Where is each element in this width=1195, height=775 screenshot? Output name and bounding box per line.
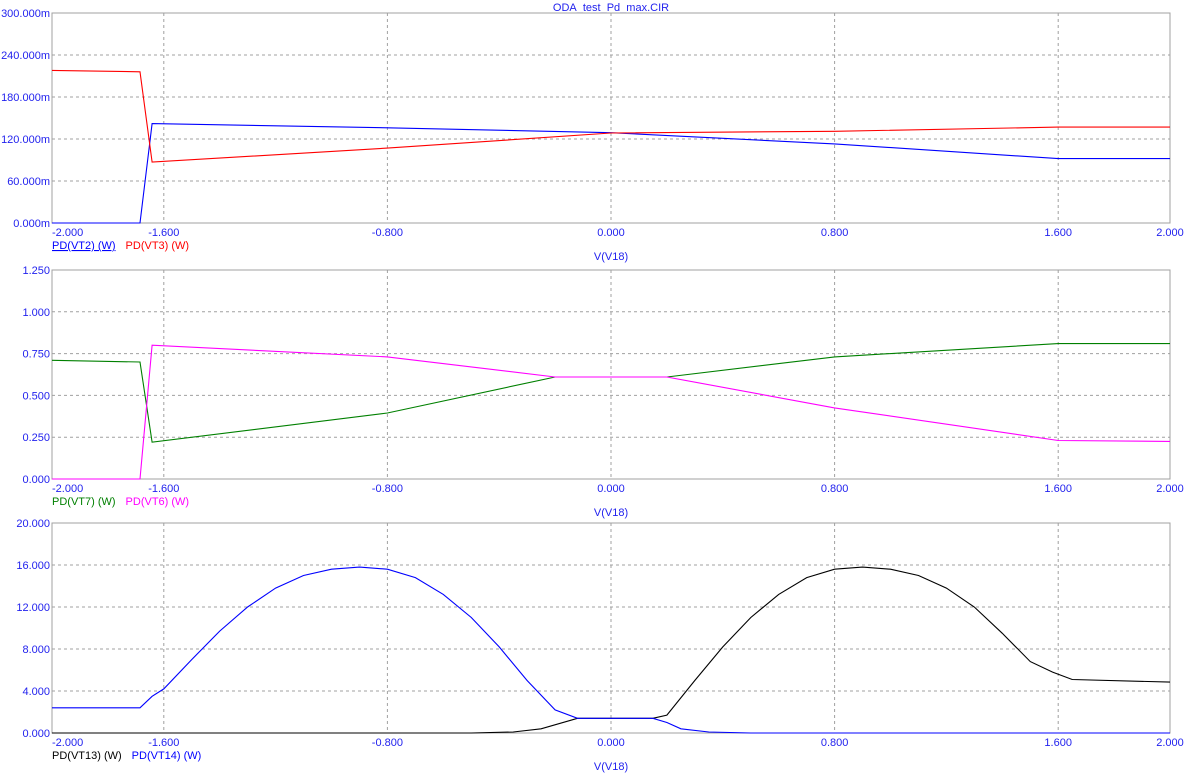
- x-tick-label: -0.800: [372, 483, 403, 495]
- x-axis-label: V(V18): [594, 507, 628, 519]
- x-tick-label: 1.600: [1044, 483, 1072, 495]
- y-tick-label: 1.250: [22, 265, 50, 277]
- y-tick-label: 0.000m: [13, 218, 50, 230]
- legend-entry: PD(VT14) (W): [132, 750, 202, 762]
- x-tick-label: -2.000: [52, 483, 83, 495]
- y-tick-label: 8.000: [22, 644, 50, 656]
- x-tick-label: 1.600: [1044, 227, 1072, 239]
- x-tick-label: 0.000: [597, 483, 625, 495]
- y-tick-label: 16.000: [16, 560, 50, 572]
- legend-entry: PD(VT6) (W): [126, 496, 190, 508]
- legend-entry: PD(VT7) (W): [52, 496, 116, 508]
- x-tick-label: 2.000: [1156, 483, 1184, 495]
- x-tick-label: -1.600: [148, 227, 179, 239]
- legend-entry: PD(VT13) (W): [52, 750, 122, 762]
- y-tick-label: 240.000m: [1, 50, 50, 62]
- y-tick-label: 300.000m: [1, 8, 50, 20]
- x-tick-label: 0.800: [821, 737, 849, 749]
- x-tick-label: 2.000: [1156, 737, 1184, 749]
- x-tick-label: 0.800: [821, 227, 849, 239]
- y-tick-label: 12.000: [16, 602, 50, 614]
- x-tick-label: 0.800: [821, 483, 849, 495]
- legend-entry: PD(VT3) (W): [126, 240, 190, 252]
- y-tick-label: 60.000m: [7, 176, 50, 188]
- y-tick-label: 20.000: [16, 518, 50, 530]
- x-tick-label: -2.000: [52, 737, 83, 749]
- y-tick-label: 1.000: [22, 307, 50, 319]
- x-tick-label: -2.000: [52, 227, 83, 239]
- x-tick-label: -0.800: [372, 227, 403, 239]
- x-tick-label: 0.000: [597, 227, 625, 239]
- x-axis-label: V(V18): [594, 761, 628, 773]
- x-tick-label: -1.600: [148, 737, 179, 749]
- chart-canvas: ODA_test_Pd_max.CIR -2.000 -1.600 -0.800 0.…: [1, 2, 1184, 773]
- y-tick-label: 4.000: [22, 686, 50, 698]
- plot-panel-2: -2.000 -1.600 -0.800 0.000 0.800 1.600 2.000 0.…: [22, 265, 1183, 519]
- plot-panel-1: -2.000 -1.600 -0.800 0.000 0.800 1.600 2.000 0.…: [1, 8, 1184, 263]
- y-tick-label: 0.750: [22, 349, 50, 361]
- y-tick-label: 120.000m: [1, 134, 50, 146]
- legend-entry: PD(VT2) (W): [52, 240, 116, 252]
- plot-panel-3: -2.000 -1.600 -0.800 0.000 0.800 1.600 2.000 0.…: [16, 518, 1183, 773]
- y-tick-label: 0.000: [22, 728, 50, 740]
- x-tick-label: 1.600: [1044, 737, 1072, 749]
- x-tick-label: 0.000: [597, 737, 625, 749]
- x-tick-label: -1.600: [148, 483, 179, 495]
- y-tick-label: 180.000m: [1, 92, 50, 104]
- chart-title: ODA_test_Pd_max.CIR: [553, 2, 669, 14]
- y-tick-label: 0.000: [22, 474, 50, 486]
- x-tick-label: -0.800: [372, 737, 403, 749]
- x-axis-label: V(V18): [594, 251, 628, 263]
- y-tick-label: 0.500: [22, 390, 50, 402]
- x-tick-label: 2.000: [1156, 227, 1184, 239]
- y-tick-label: 0.250: [22, 432, 50, 444]
